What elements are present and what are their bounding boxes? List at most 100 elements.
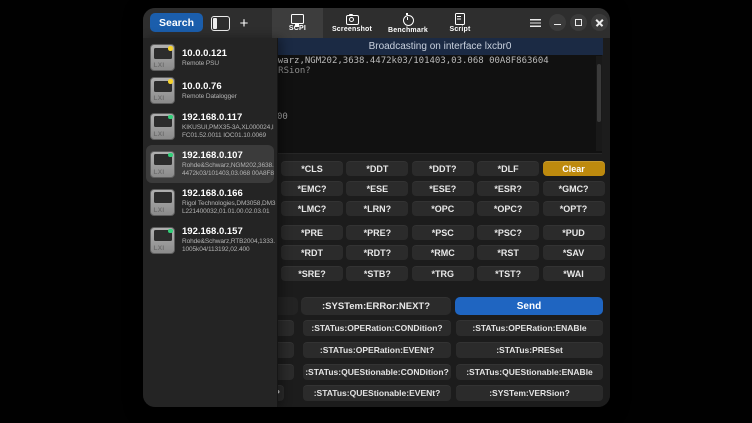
console-line: 00 (277, 112, 288, 122)
lxi-device-icon: LXI (150, 151, 175, 178)
scpi-command-button[interactable]: *OPT? (543, 201, 605, 216)
tab-benchmark[interactable]: Benchmark (381, 8, 435, 38)
device-description: Rohde&Schwarz,NGM202,3638.4472k03/101403… (182, 162, 276, 178)
scpi-command-button[interactable]: *LMC? (281, 201, 343, 216)
status-dot-green (168, 153, 173, 158)
device-description: Remote PSU (182, 60, 276, 68)
lxi-label: LXI (154, 62, 165, 69)
lxi-label: LXI (154, 95, 165, 102)
scpi-grid-row: *PRE *PRE? *PSC *PSC? *PUD (281, 225, 605, 240)
scpi-grid-row: *LMC? *LRN? *OPC *OPC? *OPT? (281, 201, 605, 216)
scpi-grid-row: *RDT *RDT? *RMC *RST *SAV (281, 245, 605, 260)
maximize-button[interactable] (570, 14, 587, 31)
device-description: Rigol Technologies,DM3058,DM3L221400032,… (182, 200, 276, 216)
scpi-command-button[interactable]: *CLS (281, 161, 343, 176)
status-dot-green (168, 115, 173, 120)
sidebar-toggle-icon (211, 16, 230, 31)
lxi-device-icon: LXI (150, 227, 175, 254)
status-dot-green (168, 229, 173, 234)
scpi-command-button[interactable]: *ESR? (477, 181, 539, 196)
device-description: KIKUSUI,PMX35-3A,XL000024,IFC01.52.0011 … (182, 124, 276, 140)
scpi-command-button[interactable]: *DDT? (412, 161, 474, 176)
scrollbar-thumb[interactable] (597, 64, 601, 122)
tab-screenshot[interactable]: Screenshot (323, 8, 381, 38)
device-ip: 192.168.0.117 (182, 112, 274, 123)
lxi-label: LXI (154, 131, 165, 138)
broadcast-banner-text: Broadcasting on interface lxcbr0 (369, 41, 512, 52)
device-ip: 10.0.0.76 (182, 81, 274, 92)
device-list-item[interactable]: LXI 10.0.0.121 Remote PSU (146, 41, 274, 74)
scpi-command-button[interactable]: *RDT (281, 245, 343, 260)
scpi-command-button[interactable]: *SRE? (281, 266, 343, 281)
device-list-item[interactable]: LXI 192.168.0.166 Rigol Technologies,DM3… (146, 183, 274, 221)
header-bar: Search + SCPI Screenshot Benchmark Scrip… (143, 8, 610, 39)
send-button[interactable]: Send (455, 297, 603, 315)
scpi-command-button[interactable]: *RST (477, 245, 539, 260)
scpi-command-button[interactable]: *DDT (346, 161, 408, 176)
status-command-button[interactable]: :STATus:QUEStionable:EVENt? (303, 385, 451, 401)
lxi-device-icon: LXI (150, 113, 175, 140)
status-command-button[interactable]: :STATus:OPERation:EVENt? (303, 342, 451, 358)
tab-script-label: Script (449, 26, 470, 33)
device-list-item[interactable]: LXI 192.168.0.157 Rohde&Schwarz,RTB2004,… (146, 221, 274, 259)
scpi-command-button[interactable]: *PUD (543, 225, 605, 240)
status-command-button[interactable]: :STATus:QUEStionable:ENABle (456, 364, 603, 380)
search-button[interactable]: Search (150, 13, 203, 32)
minimize-icon (554, 24, 561, 26)
scpi-command-button[interactable]: *ESE (346, 181, 408, 196)
menu-button[interactable] (526, 15, 544, 31)
scpi-command-button[interactable]: *PRE (281, 225, 343, 240)
scpi-command-button[interactable]: *GMC? (543, 181, 605, 196)
device-screen (154, 192, 172, 203)
status-command-button[interactable]: :STATus:QUEStionable:CONDition? (303, 364, 451, 380)
scpi-command-button[interactable]: *RMC (412, 245, 474, 260)
device-list-item[interactable]: LXI 10.0.0.76 Remote Datalogger (146, 74, 274, 107)
tab-script[interactable]: Script (435, 8, 485, 38)
close-icon (596, 19, 604, 27)
hamburger-icon (530, 19, 541, 27)
tab-benchmark-label: Benchmark (388, 27, 428, 34)
scpi-command-button[interactable]: *PSC? (477, 225, 539, 240)
device-ip: 10.0.0.121 (182, 48, 274, 59)
status-dot-yellow (168, 46, 173, 51)
clear-button[interactable]: Clear (543, 161, 605, 176)
tab-screenshot-label: Screenshot (332, 26, 372, 33)
sidebar-toggle-button[interactable] (207, 13, 233, 33)
scpi-command-button[interactable]: *DLF (477, 161, 539, 176)
status-command-button[interactable]: :STATus:OPERation:ENABle (456, 320, 603, 336)
device-ip: 192.168.0.166 (182, 188, 274, 199)
scpi-command-button[interactable]: *LRN? (346, 201, 408, 216)
lxi-device-icon: LXI (150, 44, 175, 71)
document-icon (455, 13, 465, 25)
status-command-button[interactable]: :STATus:OPERation:CONDition? (303, 320, 451, 336)
scpi-command-button[interactable]: *RDT? (346, 245, 408, 260)
scpi-command-button[interactable]: *WAI (543, 266, 605, 281)
add-instrument-button[interactable]: + (235, 11, 253, 35)
minimize-button[interactable] (549, 14, 566, 31)
scpi-command-button[interactable]: *TRG (412, 266, 474, 281)
device-sidebar: LXI 10.0.0.121 Remote PSU LXI 10.0.0.76 … (143, 38, 278, 407)
device-list-item-selected[interactable]: LXI 192.168.0.107 Rohde&Schwarz,NGM202,3… (146, 145, 274, 183)
scpi-command-button[interactable]: *SAV (543, 245, 605, 260)
scpi-command-button[interactable]: *EMC? (281, 181, 343, 196)
maximize-icon (575, 19, 583, 27)
scpi-command-button[interactable]: *TST? (477, 266, 539, 281)
scpi-command-button[interactable]: *PSC (412, 225, 474, 240)
status-dot-yellow (168, 79, 173, 84)
scpi-command-button[interactable]: *ESE? (412, 181, 474, 196)
scpi-command-button[interactable]: *STB? (346, 266, 408, 281)
lxi-device-icon: LXI (150, 189, 175, 216)
tab-scpi-label: SCPI (289, 25, 306, 32)
scpi-command-button[interactable]: *OPC (412, 201, 474, 216)
device-list-item[interactable]: LXI 192.168.0.117 KIKUSUI,PMX35-3A,XL000… (146, 107, 274, 145)
scpi-command-button[interactable]: *OPC? (477, 201, 539, 216)
status-command-button[interactable]: :STATus:PRESet (456, 342, 603, 358)
status-command-button[interactable]: :SYSTem:VERSion? (456, 385, 603, 401)
tab-scpi[interactable]: SCPI (272, 8, 323, 38)
broadcast-banner: Broadcasting on interface lxcbr0 (277, 38, 603, 55)
console-scrollbar[interactable] (596, 56, 602, 151)
scpi-command-button[interactable]: *PRE? (346, 225, 408, 240)
device-ip: 192.168.0.157 (182, 226, 274, 237)
error-next-command-button[interactable]: :SYSTem:ERRor:NEXT? (301, 297, 451, 315)
close-button[interactable] (591, 14, 608, 31)
